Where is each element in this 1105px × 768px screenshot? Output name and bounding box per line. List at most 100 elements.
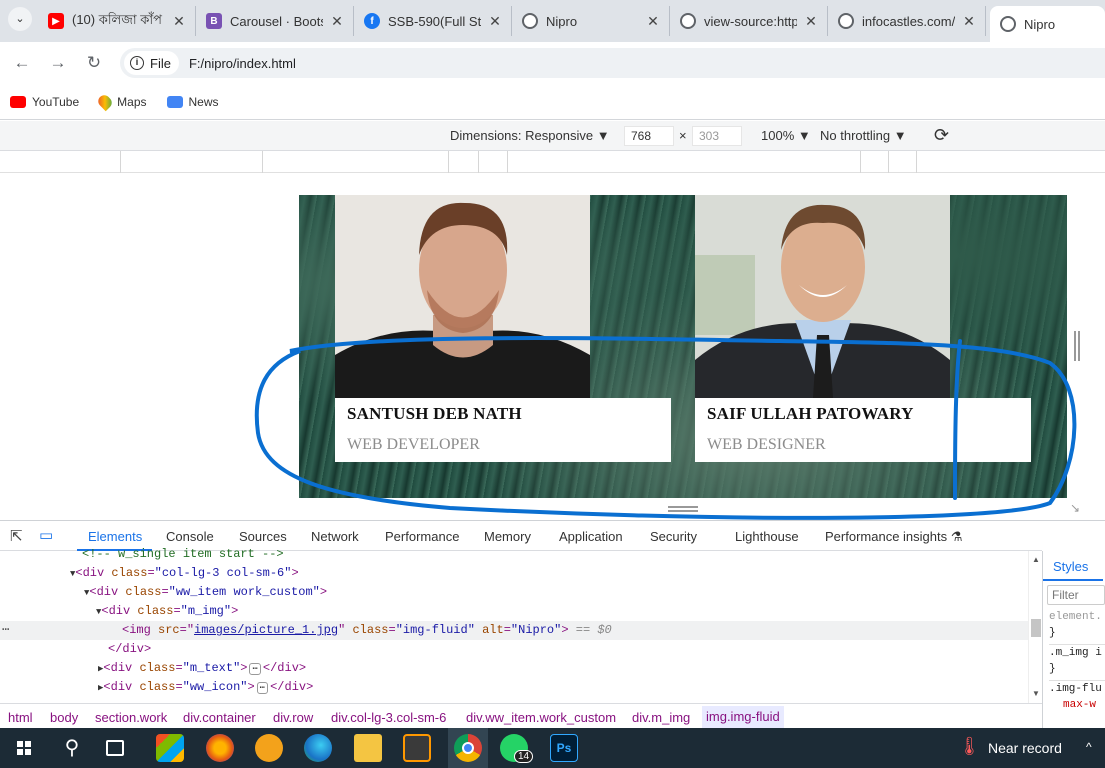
close-icon[interactable]: ✕ [803, 13, 819, 30]
tab-search-button[interactable]: ⌄ [8, 7, 32, 31]
rotate-icon[interactable]: ⟳ [934, 125, 949, 146]
scroll-up-icon[interactable]: ▲ [1032, 555, 1040, 564]
browser-tab-active[interactable]: Nipro [990, 6, 1105, 42]
zoom-select[interactable]: 100% ▼ [761, 128, 811, 143]
resize-handle-right[interactable] [1074, 331, 1080, 361]
inspect-element-icon[interactable]: ⇱ [10, 527, 23, 545]
weather-status[interactable]: Near record [988, 740, 1062, 756]
browser-tab[interactable]: infocastles.com/ ✕ [828, 6, 986, 36]
address-bar[interactable]: i File F:/nipro/index.html [120, 48, 1105, 78]
breadcrumb-item[interactable]: section.work [95, 710, 167, 725]
img-src-link[interactable]: images/picture_1.jpg [194, 623, 338, 637]
dom-line[interactable]: ▼<div class="col-lg-3 col-sm-6"> [0, 564, 1028, 583]
close-icon[interactable]: ✕ [171, 13, 187, 30]
browser-tab[interactable]: ▶ (10) কলিজা কাঁপ ✕ [38, 6, 196, 36]
search-icon[interactable]: ⚲ [58, 734, 86, 762]
back-icon[interactable]: ← [10, 51, 34, 75]
width-input[interactable]: 768 [624, 126, 674, 146]
styles-filter-input[interactable]: Filter [1047, 585, 1105, 605]
dom-line[interactable]: ▶<div class="m_text"> ⋯ </div> [0, 659, 1028, 678]
browser-tab[interactable]: view-source:http ✕ [670, 6, 828, 36]
breadcrumb-item[interactable]: html [8, 710, 33, 725]
breadcrumb-item[interactable]: div.row [273, 710, 313, 725]
breadcrumb-item[interactable]: div.col-lg-3.col-sm-6 [331, 710, 446, 725]
close-icon[interactable]: ✕ [645, 13, 661, 30]
dom-line[interactable]: ▶<div class="ww_icon"> ⋯ </div> [0, 678, 1028, 697]
scrollbar-thumb[interactable] [1031, 619, 1041, 637]
bookmark-youtube[interactable]: YouTube [10, 95, 79, 109]
resize-handle-bottom[interactable] [668, 506, 698, 512]
tab-elements[interactable]: Elements [88, 529, 142, 544]
dom-line[interactable]: ▼<div class="ww_item work_custom"> [0, 583, 1028, 602]
team-photo [335, 195, 590, 398]
forward-icon[interactable]: → [46, 51, 70, 75]
media-query-ruler [0, 151, 1105, 173]
browser-tab[interactable]: B Carousel · Boots ✕ [196, 6, 354, 36]
device-toggle-icon[interactable]: ▭ [39, 526, 53, 544]
tab-styles[interactable]: Styles [1043, 551, 1103, 581]
zoom-label: 100% [761, 128, 795, 143]
tab-lighthouse[interactable]: Lighthouse [735, 529, 799, 544]
reload-icon[interactable]: ↻ [82, 51, 106, 75]
site-info-chip[interactable]: i File [124, 51, 179, 75]
file-explorer-icon[interactable] [354, 734, 382, 762]
close-icon[interactable]: ✕ [329, 13, 345, 30]
firefox-icon[interactable] [206, 734, 234, 762]
sublime-text-icon[interactable] [403, 734, 431, 762]
breadcrumb-item[interactable]: body [50, 710, 78, 725]
height-input[interactable]: 303 [692, 126, 742, 146]
throttling-label: No throttling [820, 128, 891, 143]
tab-memory[interactable]: Memory [484, 529, 531, 544]
team-caption: SAIF ULLAH PATOWARY WEB DESIGNER [695, 398, 1031, 462]
dom-line[interactable]: ▼<div class="m_img"> [0, 602, 1028, 621]
style-rule[interactable]: .m_img i [1049, 644, 1105, 661]
microsoft-store-icon[interactable] [156, 734, 184, 762]
ellipsis-icon[interactable]: ⋯ [256, 682, 269, 694]
bookmark-maps[interactable]: Maps [95, 92, 147, 111]
tab-security[interactable]: Security [650, 529, 697, 544]
tab-title: Nipro [1024, 16, 1056, 32]
resize-corner-icon[interactable]: ↘ [1070, 501, 1084, 515]
whatsapp-icon[interactable]: 14 [500, 734, 534, 763]
style-rule[interactable]: element. [1049, 609, 1105, 625]
style-property[interactable]: max-w [1049, 697, 1105, 713]
task-view-icon[interactable] [106, 740, 124, 756]
dom-line-selected[interactable]: ⋯ <img src="images/picture_1.jpg" class="… [0, 621, 1028, 640]
chevron-up-icon[interactable]: ^ [1086, 740, 1092, 754]
member-role: WEB DESIGNER [707, 436, 826, 453]
tab-console[interactable]: Console [166, 529, 214, 544]
tab-performance[interactable]: Performance [385, 529, 459, 544]
url-text[interactable]: F:/nipro/index.html [189, 56, 296, 71]
vpn-shield-icon[interactable] [255, 734, 283, 762]
browser-tab[interactable]: f SSB-590(Full Sta ✕ [354, 6, 512, 36]
breadcrumb-item[interactable]: div.ww_item.work_custom [466, 710, 616, 725]
close-icon[interactable]: ✕ [487, 13, 503, 30]
breadcrumb-item[interactable]: div.container [183, 710, 256, 725]
dimensions-select[interactable]: Dimensions: Responsive ▼ [450, 128, 610, 143]
dom-line[interactable]: </div> [0, 640, 1028, 659]
browser-tab[interactable]: Nipro ✕ [512, 6, 670, 36]
ellipsis-icon[interactable]: ⋯ [249, 663, 261, 675]
chrome-taskbar-slot[interactable] [448, 728, 488, 768]
dom-line[interactable]: <!-- w_single item start --> [0, 545, 1028, 564]
close-icon[interactable]: ✕ [961, 13, 977, 30]
style-rule[interactable]: .img-flu [1049, 680, 1105, 697]
edge-icon[interactable] [304, 734, 332, 762]
photoshop-icon[interactable]: Ps [550, 734, 578, 762]
flask-icon: ⚗ [950, 529, 963, 544]
scroll-down-icon[interactable]: ▼ [1032, 689, 1040, 698]
scheme-label: File [150, 55, 171, 71]
tab-performance-insights[interactable]: Performance insights ⚗ [825, 529, 962, 545]
bootstrap-icon: B [206, 13, 222, 29]
breadcrumb-item-selected[interactable]: img.img-fluid [702, 706, 784, 728]
tab-application[interactable]: Application [559, 529, 623, 544]
bookmark-news[interactable]: News [166, 95, 219, 109]
throttling-select[interactable]: No throttling ▼ [820, 128, 907, 143]
more-options-icon[interactable]: ⋯ [2, 621, 9, 640]
tab-network[interactable]: Network [311, 529, 359, 544]
windows-start-icon[interactable] [10, 734, 38, 762]
breadcrumb-item[interactable]: div.m_img [632, 710, 690, 725]
tab-sources[interactable]: Sources [239, 529, 287, 544]
device-toolbar: Dimensions: Responsive ▼ 768 × 303 100% … [0, 121, 1105, 151]
dom-scrollbar[interactable]: ▲ ▼ [1028, 551, 1042, 703]
